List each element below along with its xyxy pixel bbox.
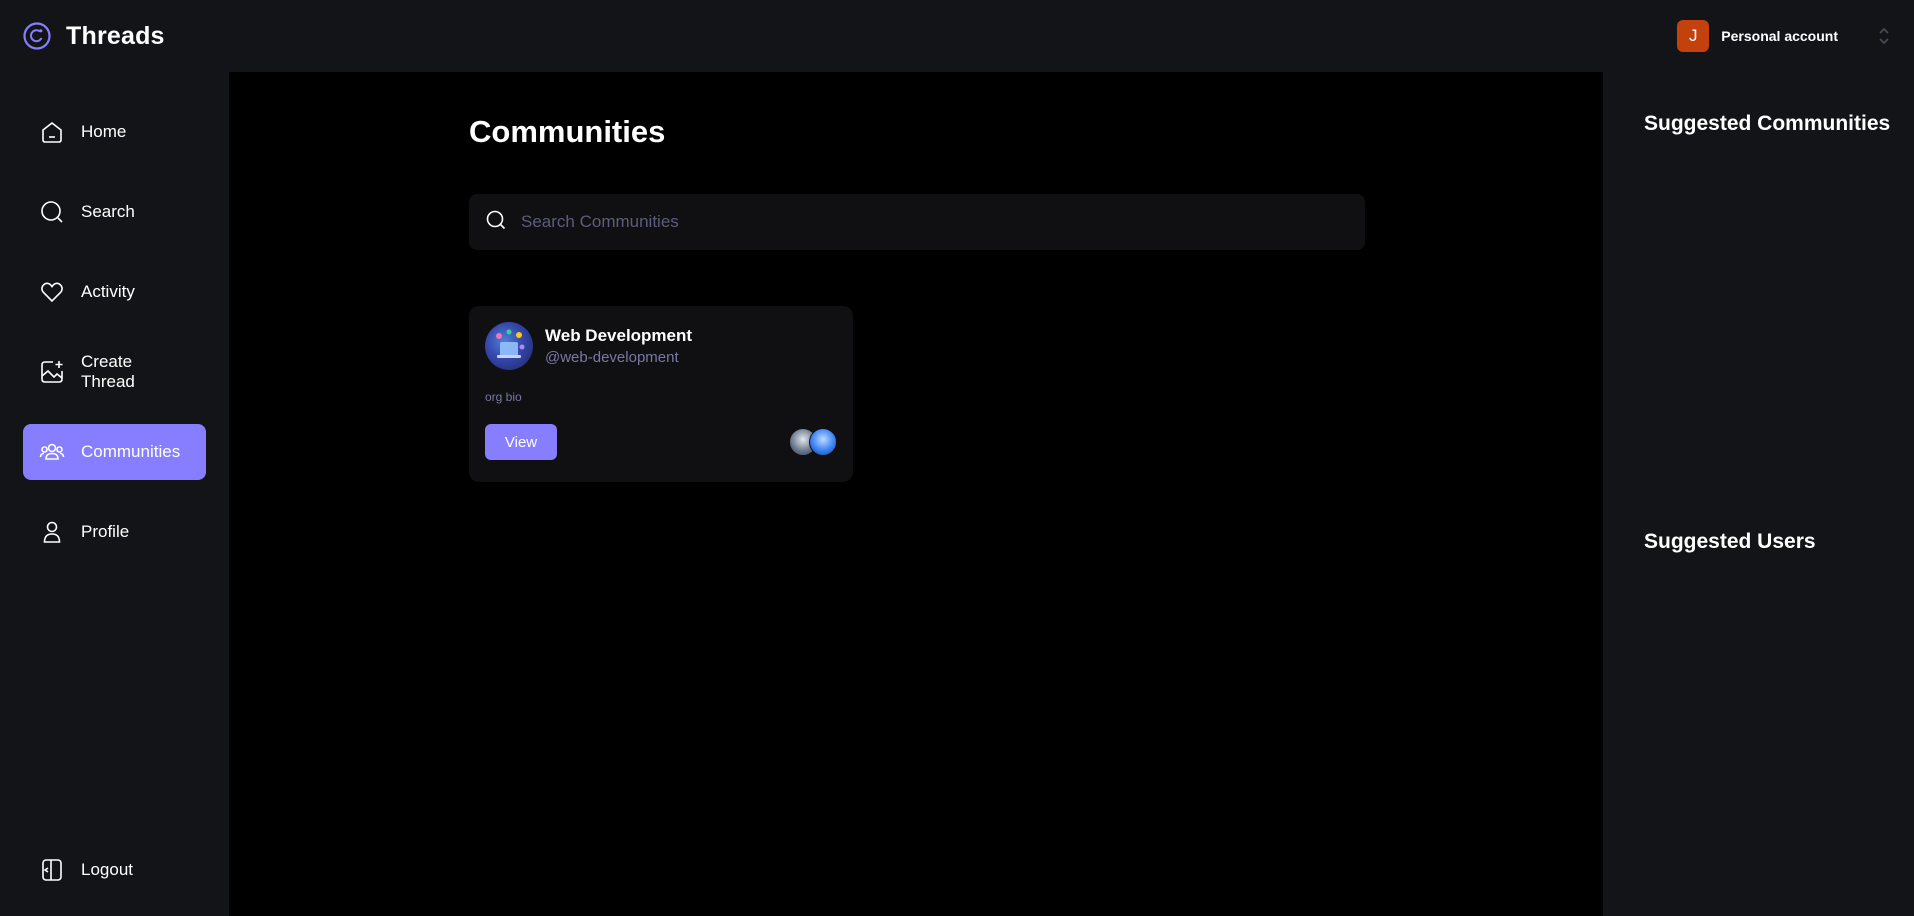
- threads-logo-icon: [22, 21, 52, 51]
- logout-label: Logout: [81, 860, 133, 879]
- suggested-communities-title: Suggested Communities: [1644, 112, 1891, 135]
- community-name[interactable]: Web Development: [545, 326, 692, 346]
- account-avatar: J: [1677, 20, 1710, 52]
- brand[interactable]: Threads: [22, 21, 165, 51]
- home-icon: [39, 119, 65, 145]
- main-content: Communities Web Developm: [229, 72, 1603, 916]
- search-input[interactable]: [521, 212, 1349, 232]
- logout-icon: [39, 857, 65, 883]
- sidebar-item-communities[interactable]: Communities: [23, 424, 206, 480]
- sidebar-item-label: Activity: [81, 282, 135, 301]
- community-card-footer: View: [485, 424, 837, 460]
- sidebar-item-label: Search: [81, 202, 135, 221]
- sidebar-item-label: Communities: [81, 442, 181, 461]
- search-icon: [485, 209, 507, 236]
- heart-icon: [39, 279, 65, 305]
- community-card-header[interactable]: Web Development @web-development: [485, 322, 837, 370]
- sidebar-item-label: Create Thread: [81, 352, 135, 391]
- chevron-up-down-icon[interactable]: [1876, 24, 1892, 48]
- page-title: Communities: [469, 114, 666, 149]
- member-avatar: [809, 428, 837, 456]
- community-title-block: Web Development @web-development: [545, 326, 692, 366]
- logout-button[interactable]: Logout: [23, 842, 204, 898]
- sidebar-item-label: Home: [81, 122, 127, 141]
- suggested-users-title: Suggested Users: [1644, 530, 1816, 553]
- search-bar[interactable]: [469, 194, 1365, 250]
- community-bio: org bio: [485, 390, 522, 404]
- right-sidebar: Suggested Communities Suggested Users: [1603, 72, 1914, 916]
- community-avatar[interactable]: [485, 322, 533, 370]
- community-handle: @web-development: [545, 349, 679, 366]
- user-icon: [39, 519, 65, 545]
- account-switcher[interactable]: J Personal account: [1677, 20, 1892, 52]
- create-thread-icon: [39, 359, 65, 385]
- left-sidebar: Home Search Activity Create Thread Commu…: [0, 72, 229, 916]
- sidebar-item-profile[interactable]: Profile: [23, 504, 206, 560]
- account-name: Personal account: [1721, 28, 1838, 44]
- sidebar-item-label: Profile: [81, 522, 130, 541]
- app-name: Threads: [66, 21, 165, 50]
- sidebar-item-search[interactable]: Search: [23, 184, 206, 240]
- community-card: Web Development @web-development org bio…: [469, 306, 853, 482]
- sidebar-item-create-thread[interactable]: Create Thread: [23, 344, 206, 400]
- search-icon: [39, 199, 65, 225]
- communities-icon: [39, 439, 65, 465]
- sidebar-item-home[interactable]: Home: [23, 104, 206, 160]
- sidebar-item-activity[interactable]: Activity: [23, 264, 206, 320]
- view-community-button[interactable]: View: [485, 424, 557, 460]
- member-avatars: [789, 428, 837, 456]
- top-bar: Threads J Personal account: [0, 0, 1914, 72]
